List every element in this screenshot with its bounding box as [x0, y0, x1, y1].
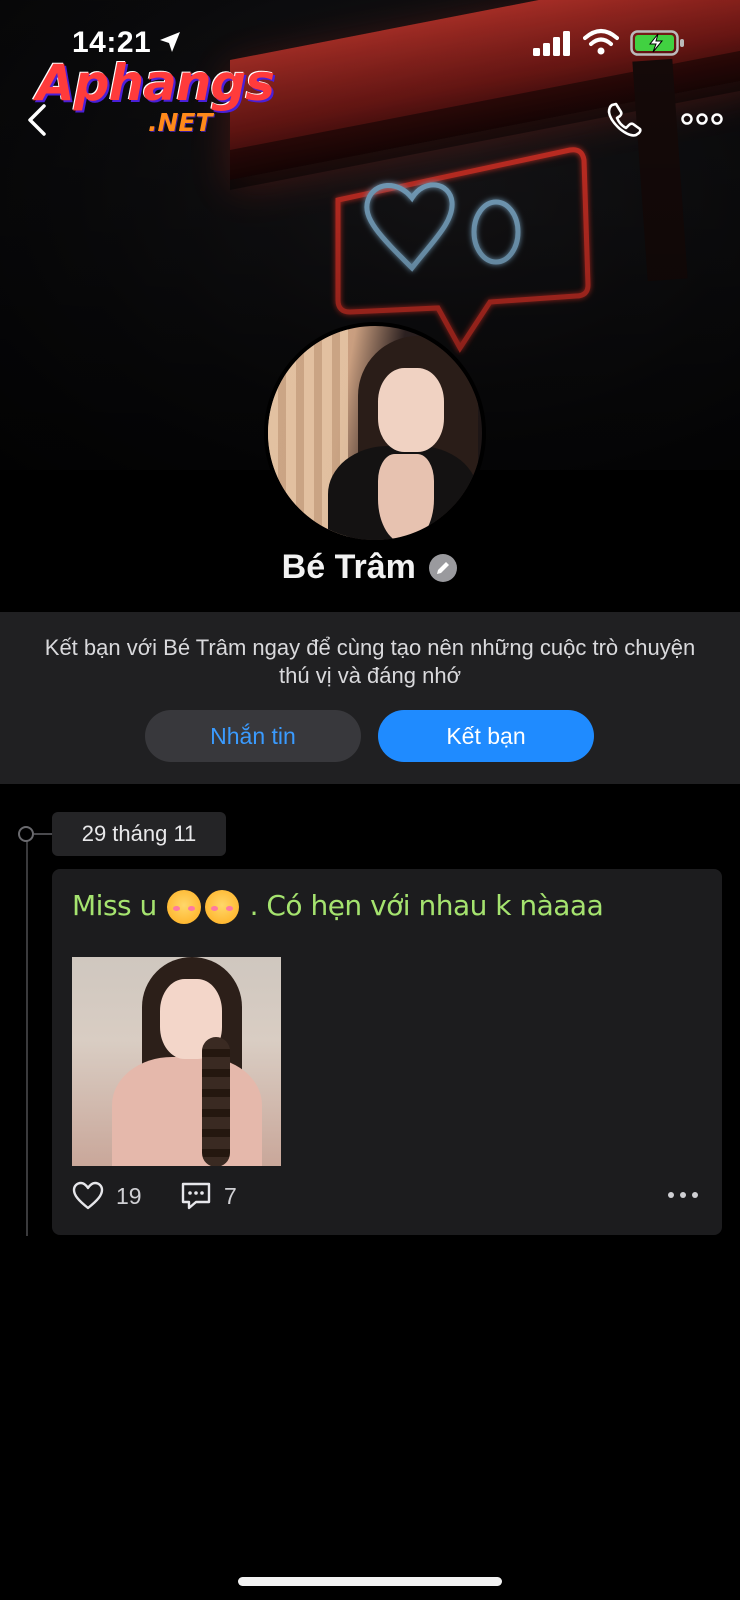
friend-prompt-text: Kết bạn với Bé Trâm ngay để cùng tạo nên…	[44, 635, 696, 688]
post-actions: 19 7	[72, 1179, 702, 1215]
post-text-end: . Có hẹn với nhau k nàaaa	[249, 889, 604, 922]
heart-icon[interactable]	[72, 1181, 104, 1211]
signal-icon	[533, 31, 570, 56]
timeline-date: 29 tháng 11	[52, 812, 226, 856]
post-photo[interactable]	[72, 957, 281, 1166]
avatar[interactable]	[264, 322, 486, 544]
photo-braid	[202, 1037, 230, 1166]
watermark-logo: Aphangs .NET	[36, 58, 275, 138]
profile-name-row: Bé Trâm	[0, 548, 740, 596]
smiling-hearts-emoji	[167, 890, 202, 924]
verified-edit-icon[interactable]	[428, 553, 458, 583]
comment-icon[interactable]	[180, 1181, 212, 1211]
watermark-suffix: .NET	[148, 108, 213, 137]
back-chevron-icon[interactable]	[24, 100, 52, 140]
watermark-brand: Aphangs	[36, 54, 275, 112]
friend-request-panel: Kết bạn với Bé Trâm ngay để cùng tạo nên…	[0, 612, 740, 784]
timeline-connector	[34, 833, 52, 835]
more-dots-icon[interactable]	[680, 106, 724, 132]
post-status-text: Miss u . Có hẹn với nhau k nàaaa	[72, 889, 604, 924]
timeline-line	[26, 830, 28, 1236]
post-text-start: Miss u	[72, 889, 157, 922]
photo-outfit	[112, 1057, 262, 1166]
comment-count: 7	[224, 1183, 237, 1209]
timeline-dot	[18, 826, 34, 842]
like-count: 19	[116, 1183, 142, 1209]
add-friend-button[interactable]: Kết bạn	[378, 710, 594, 762]
profile-name: Bé Trâm	[281, 548, 416, 586]
phone-icon[interactable]	[606, 100, 644, 138]
avatar-face	[378, 368, 444, 452]
home-indicator[interactable]	[238, 1577, 502, 1586]
post-card[interactable]: Miss u . Có hẹn với nhau k nàaaa 19 7	[52, 869, 722, 1235]
smiling-hearts-emoji	[205, 890, 240, 924]
avatar-neck	[378, 454, 434, 540]
battery-charging-icon	[630, 30, 684, 56]
wifi-icon	[583, 29, 619, 55]
location-arrow-icon	[160, 32, 180, 52]
message-button[interactable]: Nhắn tin	[145, 710, 361, 762]
post-more-dots-icon[interactable]	[666, 1189, 700, 1201]
